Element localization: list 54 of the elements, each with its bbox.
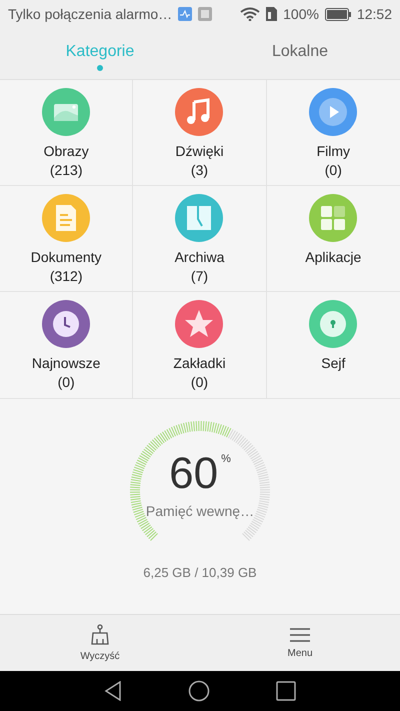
menu-icon: [290, 627, 310, 643]
sim-card-icon: [266, 7, 278, 21]
category-name: Filmy: [316, 142, 350, 161]
category-name: Archiwa: [174, 248, 224, 267]
recents-icon[interactable]: [276, 681, 296, 701]
clean-button[interactable]: Wyczyść: [0, 615, 200, 671]
category-count: (0): [58, 373, 75, 392]
wifi-icon: [240, 7, 260, 21]
back-icon[interactable]: [104, 681, 122, 701]
brush-icon: [90, 624, 110, 646]
percent-value: 60: [169, 449, 218, 499]
gallery-app-icon: [198, 7, 212, 21]
clock: 12:52: [356, 6, 392, 22]
notification-text: Tylko połączenia alarmo…: [8, 6, 172, 22]
category-count: (0): [190, 373, 208, 392]
category-name: Obrazy: [44, 142, 89, 161]
storage-label: Pamięć wewnę…: [146, 503, 254, 519]
recent-category-icon: [42, 300, 90, 348]
health-app-icon: [178, 7, 192, 21]
category-count: (0): [324, 161, 342, 180]
category-tile[interactable]: Filmy (0): [266, 80, 400, 186]
category-tile[interactable]: Dźwięki (3): [133, 80, 267, 186]
category-name: Najnowsze: [32, 354, 100, 373]
tab[interactable]: Lokalne: [200, 28, 400, 79]
apps-category-icon: [309, 194, 358, 242]
home-icon[interactable]: [188, 680, 210, 702]
category-count: (3): [190, 161, 208, 180]
archives-category-icon: [175, 194, 224, 242]
battery-icon: [324, 8, 351, 20]
percent-sign: %: [221, 453, 231, 465]
category-tile[interactable]: Aplikacje: [266, 186, 400, 292]
category-tile[interactable]: Zakładki (0): [133, 292, 267, 398]
category-count: (312): [50, 267, 82, 286]
category-name: Dokumenty: [30, 248, 102, 267]
video-category-icon: [309, 88, 358, 136]
documents-category-icon: [42, 194, 90, 242]
category-tile[interactable]: Archiwa (7): [133, 186, 267, 292]
category-name: Zakładki: [173, 354, 226, 373]
category-name: Dźwięki: [175, 142, 224, 161]
storage-usage: 6,25 GB / 10,39 GB: [143, 565, 257, 580]
category-tile[interactable]: Najnowsze (0): [0, 292, 134, 398]
category-name: Sejf: [321, 354, 346, 373]
favorites-category-icon: [175, 300, 224, 348]
category-tile[interactable]: Dokumenty (312): [0, 186, 134, 292]
category-name: Aplikacje: [305, 248, 362, 267]
category-tile[interactable]: Sejf: [266, 292, 400, 398]
category-tile[interactable]: Obrazy (213): [0, 80, 134, 186]
safe-category-icon: [309, 300, 358, 348]
category-count: (213): [50, 161, 82, 180]
images-category-icon: [42, 88, 90, 136]
category-count: (7): [190, 267, 208, 286]
music-category-icon: [175, 88, 224, 136]
battery-percent: 100%: [283, 6, 319, 22]
menu-button[interactable]: Menu: [200, 615, 400, 671]
